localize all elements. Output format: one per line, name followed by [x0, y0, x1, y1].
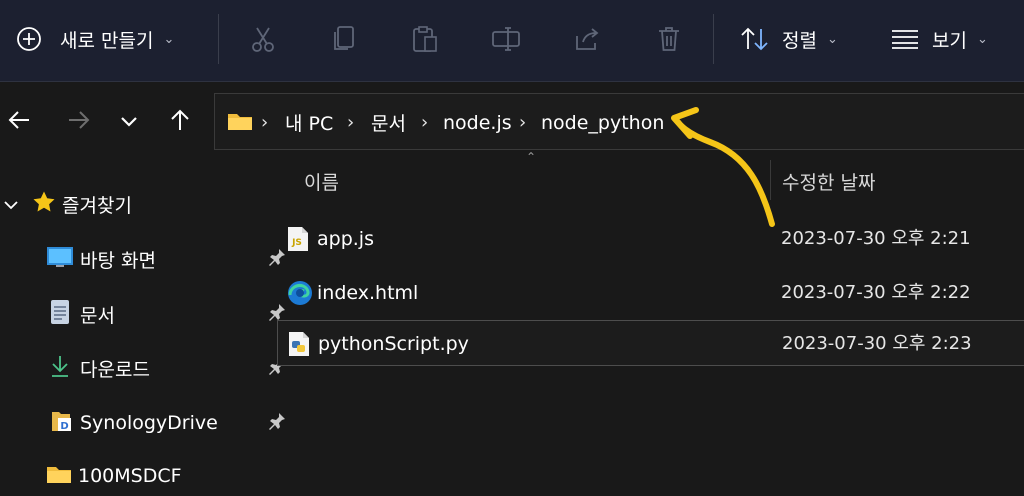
back-arrow-icon [7, 109, 31, 135]
sidebar-item-synologydrive[interactable]: D SynologyDrive [46, 403, 285, 443]
sort-button[interactable]: 정렬 ⌄ [740, 0, 838, 78]
folder-icon [46, 464, 72, 489]
paste-icon [411, 25, 439, 53]
column-divider[interactable] [770, 160, 771, 200]
sort-ascending-icon: ⌃ [526, 150, 537, 164]
sidebar-quick-access[interactable]: 즐겨찾기 [0, 184, 132, 224]
toolbar-divider [713, 14, 714, 64]
cut-button[interactable] [250, 0, 276, 78]
column-header-modified[interactable]: 수정한 날짜 [782, 168, 875, 195]
sidebar-item-label: 100MSDCF [78, 465, 182, 487]
cut-icon [250, 25, 276, 53]
sidebar-item-label: 다운로드 [80, 358, 150, 381]
sidebar-item-100msdcf[interactable]: 100MSDCF [46, 456, 246, 496]
sidebar-item-documents[interactable]: 문서 [46, 294, 285, 334]
file-row-pythonscript-py[interactable]: pythonScript.py 2023-07-30 오후 2:23 [277, 320, 1024, 366]
back-button[interactable] [0, 94, 38, 150]
chevron-down-icon: ⌄ [163, 31, 175, 47]
file-date: 2023-07-30 오후 2:23 [782, 333, 972, 354]
chevron-down-icon [120, 113, 138, 132]
file-name: app.js [317, 228, 374, 250]
sidebar-item-label: 바탕 화면 [80, 249, 156, 272]
new-button-label: 새로 만들기 [60, 29, 154, 52]
view-icon [890, 29, 920, 49]
file-date: 2023-07-30 오후 2:21 [781, 228, 971, 249]
address-bar[interactable]: › 내 PC › 문서 › node.js › node_python [214, 93, 1024, 150]
view-button-label: 보기 [932, 29, 967, 52]
desktop-icon [46, 246, 74, 273]
rename-button[interactable] [491, 0, 521, 78]
rename-icon [491, 26, 521, 52]
up-arrow-icon [169, 108, 191, 136]
file-name: pythonScript.py [318, 333, 469, 355]
up-button[interactable] [162, 94, 198, 150]
python-file-icon [288, 331, 314, 357]
breadcrumb-node-python[interactable]: node_python [541, 94, 664, 151]
breadcrumb-documents[interactable]: 문서 [371, 94, 406, 151]
file-row-index-html[interactable]: index.html 2023-07-30 오후 2:22 [277, 270, 1024, 316]
breadcrumb-node-js[interactable]: node.js [443, 94, 512, 151]
chevron-down-icon: ⌄ [976, 31, 988, 47]
sidebar-item-downloads[interactable]: 다운로드 [46, 348, 285, 388]
sidebar-item-label: 문서 [80, 304, 115, 327]
breadcrumb-this-pc[interactable]: 내 PC [285, 94, 333, 151]
copy-button[interactable] [331, 0, 357, 78]
plus-circle-icon [16, 26, 42, 52]
breadcrumb-separator: › [421, 112, 429, 133]
synology-folder-icon: D [50, 409, 74, 438]
share-button[interactable] [574, 0, 602, 78]
folder-icon [227, 111, 253, 135]
sort-icon [740, 27, 770, 51]
star-icon [32, 190, 56, 219]
edge-html-icon [287, 280, 313, 306]
toolbar-divider [218, 14, 219, 64]
file-name: index.html [317, 282, 419, 304]
sort-button-label: 정렬 [782, 29, 817, 52]
chevron-down-icon [4, 193, 18, 215]
command-bar: 새로 만들기 ⌄ 정렬 ⌄ 보기 ⌄ [0, 0, 1024, 82]
download-icon [50, 354, 70, 383]
svg-text:D: D [60, 421, 68, 432]
copy-icon [331, 25, 357, 53]
svg-text:JS: JS [291, 238, 302, 248]
column-header-name[interactable]: 이름 [304, 168, 339, 195]
js-file-icon: JS [287, 226, 313, 252]
share-icon [574, 26, 602, 52]
delete-icon [656, 25, 682, 53]
sidebar-item-label: SynologyDrive [80, 412, 218, 434]
view-button[interactable]: 보기 ⌄ [890, 0, 988, 78]
forward-button[interactable] [60, 94, 98, 150]
sidebar-item-desktop[interactable]: 바탕 화면 [46, 239, 285, 279]
file-row-app-js[interactable]: JS app.js 2023-07-30 오후 2:21 [277, 216, 1024, 262]
recent-locations-button[interactable] [112, 94, 146, 150]
pin-icon[interactable] [268, 412, 286, 435]
breadcrumb-separator: › [519, 112, 527, 133]
delete-button[interactable] [656, 0, 682, 78]
paste-button[interactable] [411, 0, 439, 78]
chevron-down-icon: ⌄ [826, 31, 838, 47]
breadcrumb-separator: › [261, 112, 269, 133]
breadcrumb-separator: › [347, 112, 355, 133]
new-button[interactable]: 새로 만들기 ⌄ [16, 0, 174, 78]
file-date: 2023-07-30 오후 2:22 [781, 282, 971, 303]
document-icon [50, 299, 70, 330]
sidebar-quick-access-label: 즐겨찾기 [62, 194, 132, 217]
forward-arrow-icon [67, 109, 91, 135]
